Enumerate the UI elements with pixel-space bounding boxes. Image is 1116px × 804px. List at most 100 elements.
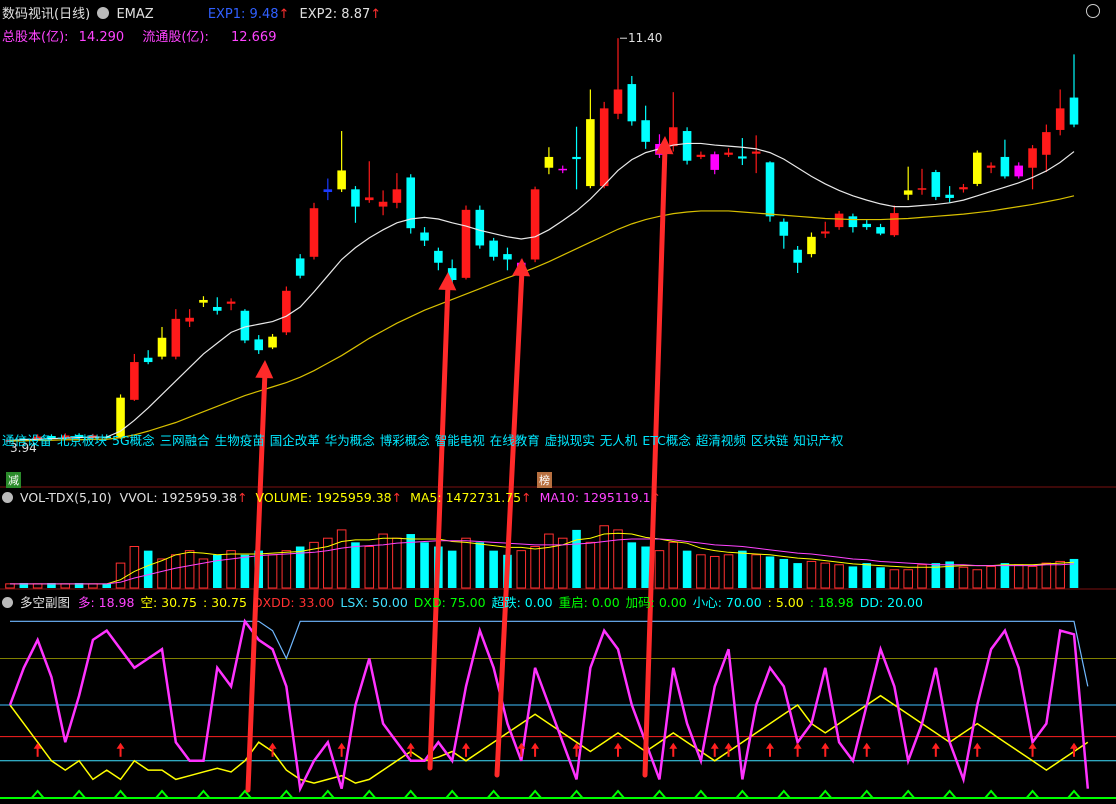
- signal-arrow-head: [406, 742, 415, 749]
- volume-bar: [88, 583, 98, 589]
- volume-bar: [641, 546, 650, 588]
- candle-body: [406, 177, 416, 229]
- candle-body: [226, 301, 236, 304]
- concept-tag[interactable]: 超清视频: [696, 433, 746, 448]
- volume-bar: [765, 556, 775, 588]
- concept-tag[interactable]: 三网融合: [160, 433, 210, 448]
- close-icon[interactable]: [1086, 4, 1100, 18]
- candle-body: [157, 337, 167, 357]
- volume-bar: [281, 550, 292, 589]
- volume-bar: [613, 529, 623, 589]
- candle-body: [268, 336, 277, 348]
- exp1-value: EXP1: 9.48: [207, 7, 279, 22]
- candle-body: [586, 119, 595, 187]
- bottom-signal-mark: [1025, 789, 1040, 799]
- candle-body: [820, 231, 830, 234]
- volume-bar: [544, 533, 554, 589]
- volume-bar: [696, 554, 706, 589]
- volume-bar: [378, 533, 388, 589]
- total-shares-label: 总股本(亿):: [2, 30, 69, 45]
- concept-tag[interactable]: 5G概念: [112, 433, 155, 448]
- concept-tag[interactable]: 国企改革: [270, 433, 320, 448]
- candle-body: [862, 223, 872, 228]
- bottom-signal-mark: [1067, 789, 1081, 799]
- candle-body: [641, 120, 650, 142]
- signal-arrow-head: [766, 742, 774, 749]
- candle-body: [696, 154, 706, 157]
- bottom-signal-mark: [196, 789, 211, 799]
- concept-tag[interactable]: 虚拟现实: [545, 433, 595, 448]
- concept-tag[interactable]: 生物疫苗: [215, 433, 265, 448]
- signal-arrow-head: [462, 742, 470, 749]
- concept-tag[interactable]: 在线教育: [490, 433, 540, 448]
- volume-bar: [958, 566, 969, 589]
- concept-tag[interactable]: 无人机: [600, 433, 638, 448]
- volume-bar: [1000, 563, 1010, 588]
- indicator-value: : 5.00: [767, 595, 804, 610]
- candle-body: [627, 84, 637, 122]
- bottom-signal-mark: [528, 789, 542, 799]
- candle-body: [171, 318, 181, 357]
- candle-body: [337, 170, 346, 190]
- signal-arrow-head: [531, 742, 540, 749]
- volume-bar: [738, 550, 747, 588]
- concept-tag[interactable]: 通信设备: [2, 433, 52, 448]
- volume-bar: [945, 561, 954, 588]
- volume-bar: [102, 583, 112, 588]
- concept-tag[interactable]: 华为概念: [325, 433, 375, 448]
- float-shares-value: 12.669: [230, 30, 277, 45]
- total-shares-value: 14.290: [78, 30, 125, 45]
- indicator-value: 小心: 70.00: [692, 595, 762, 610]
- concept-tag[interactable]: 智能电视: [435, 433, 485, 448]
- signal-arrow-head: [1028, 742, 1037, 749]
- volume-bar: [572, 529, 581, 588]
- bottom-signal-mark: [113, 789, 128, 799]
- volume-bar: [115, 562, 126, 589]
- candle-body: [1055, 108, 1065, 130]
- candle-body: [544, 156, 554, 168]
- volume-bar: [351, 542, 360, 588]
- volume-bar: [1027, 565, 1038, 589]
- volume-bar: [820, 562, 831, 589]
- float-shares-label: 流通股(亿):: [142, 30, 209, 45]
- volume-bar: [143, 550, 153, 588]
- volume-bar: [336, 529, 347, 589]
- moving-average-lines: [9, 142, 1075, 442]
- volume-bar: [1055, 560, 1065, 589]
- candle-body: [572, 156, 581, 160]
- bottom-signal-mark: [445, 789, 459, 799]
- volume-bar: [1013, 564, 1024, 589]
- concept-tag[interactable]: 区块链: [751, 433, 789, 448]
- bottom-signal-mark: [30, 789, 45, 799]
- concept-tag[interactable]: 北京板块: [57, 433, 107, 448]
- dropdown-icon[interactable]: [97, 7, 110, 19]
- candle-body: [834, 213, 844, 228]
- candle-body: [185, 317, 194, 322]
- concept-tag[interactable]: 知识产权: [793, 433, 843, 448]
- stock-title: 数码视讯(日线): [2, 7, 91, 22]
- concept-tag[interactable]: 博彩概念: [380, 433, 430, 448]
- signal-arrow-head: [710, 742, 719, 749]
- ma5-value: MA5: 1472731.75: [410, 490, 522, 505]
- candle-body: [917, 188, 927, 190]
- dropdown-icon[interactable]: [2, 597, 13, 608]
- volume-bar: [903, 569, 913, 589]
- volume-indicator-name: VOL-TDX(5,10): [19, 490, 112, 505]
- candle-body: [295, 258, 305, 276]
- volume-bar: [420, 542, 429, 588]
- dropdown-icon[interactable]: [2, 492, 13, 503]
- annotation-arrow: [642, 145, 668, 778]
- volume-header: VOL-TDX(5,10) VVOL: 1925959.38↑ VOLUME: …: [2, 490, 661, 505]
- signal-arrow-head: [724, 742, 733, 749]
- volume-bar: [475, 542, 485, 588]
- annotation-arrow: [427, 281, 451, 771]
- bottom-signal-mark: [859, 789, 874, 799]
- volume-bar: [32, 583, 43, 589]
- volume-bar: [668, 541, 679, 589]
- list-badge: 榜: [537, 472, 552, 488]
- title-bar: 数码视讯(日线) EMAZ EXP1: 9.48↑ EXP2: 8.87↑: [2, 7, 382, 22]
- concept-tag[interactable]: ETC概念: [642, 433, 691, 448]
- bottom-signal-mark: [155, 789, 169, 799]
- indicator-value: DD: 20.00: [859, 595, 923, 610]
- bottom-signal-mark: [901, 789, 915, 799]
